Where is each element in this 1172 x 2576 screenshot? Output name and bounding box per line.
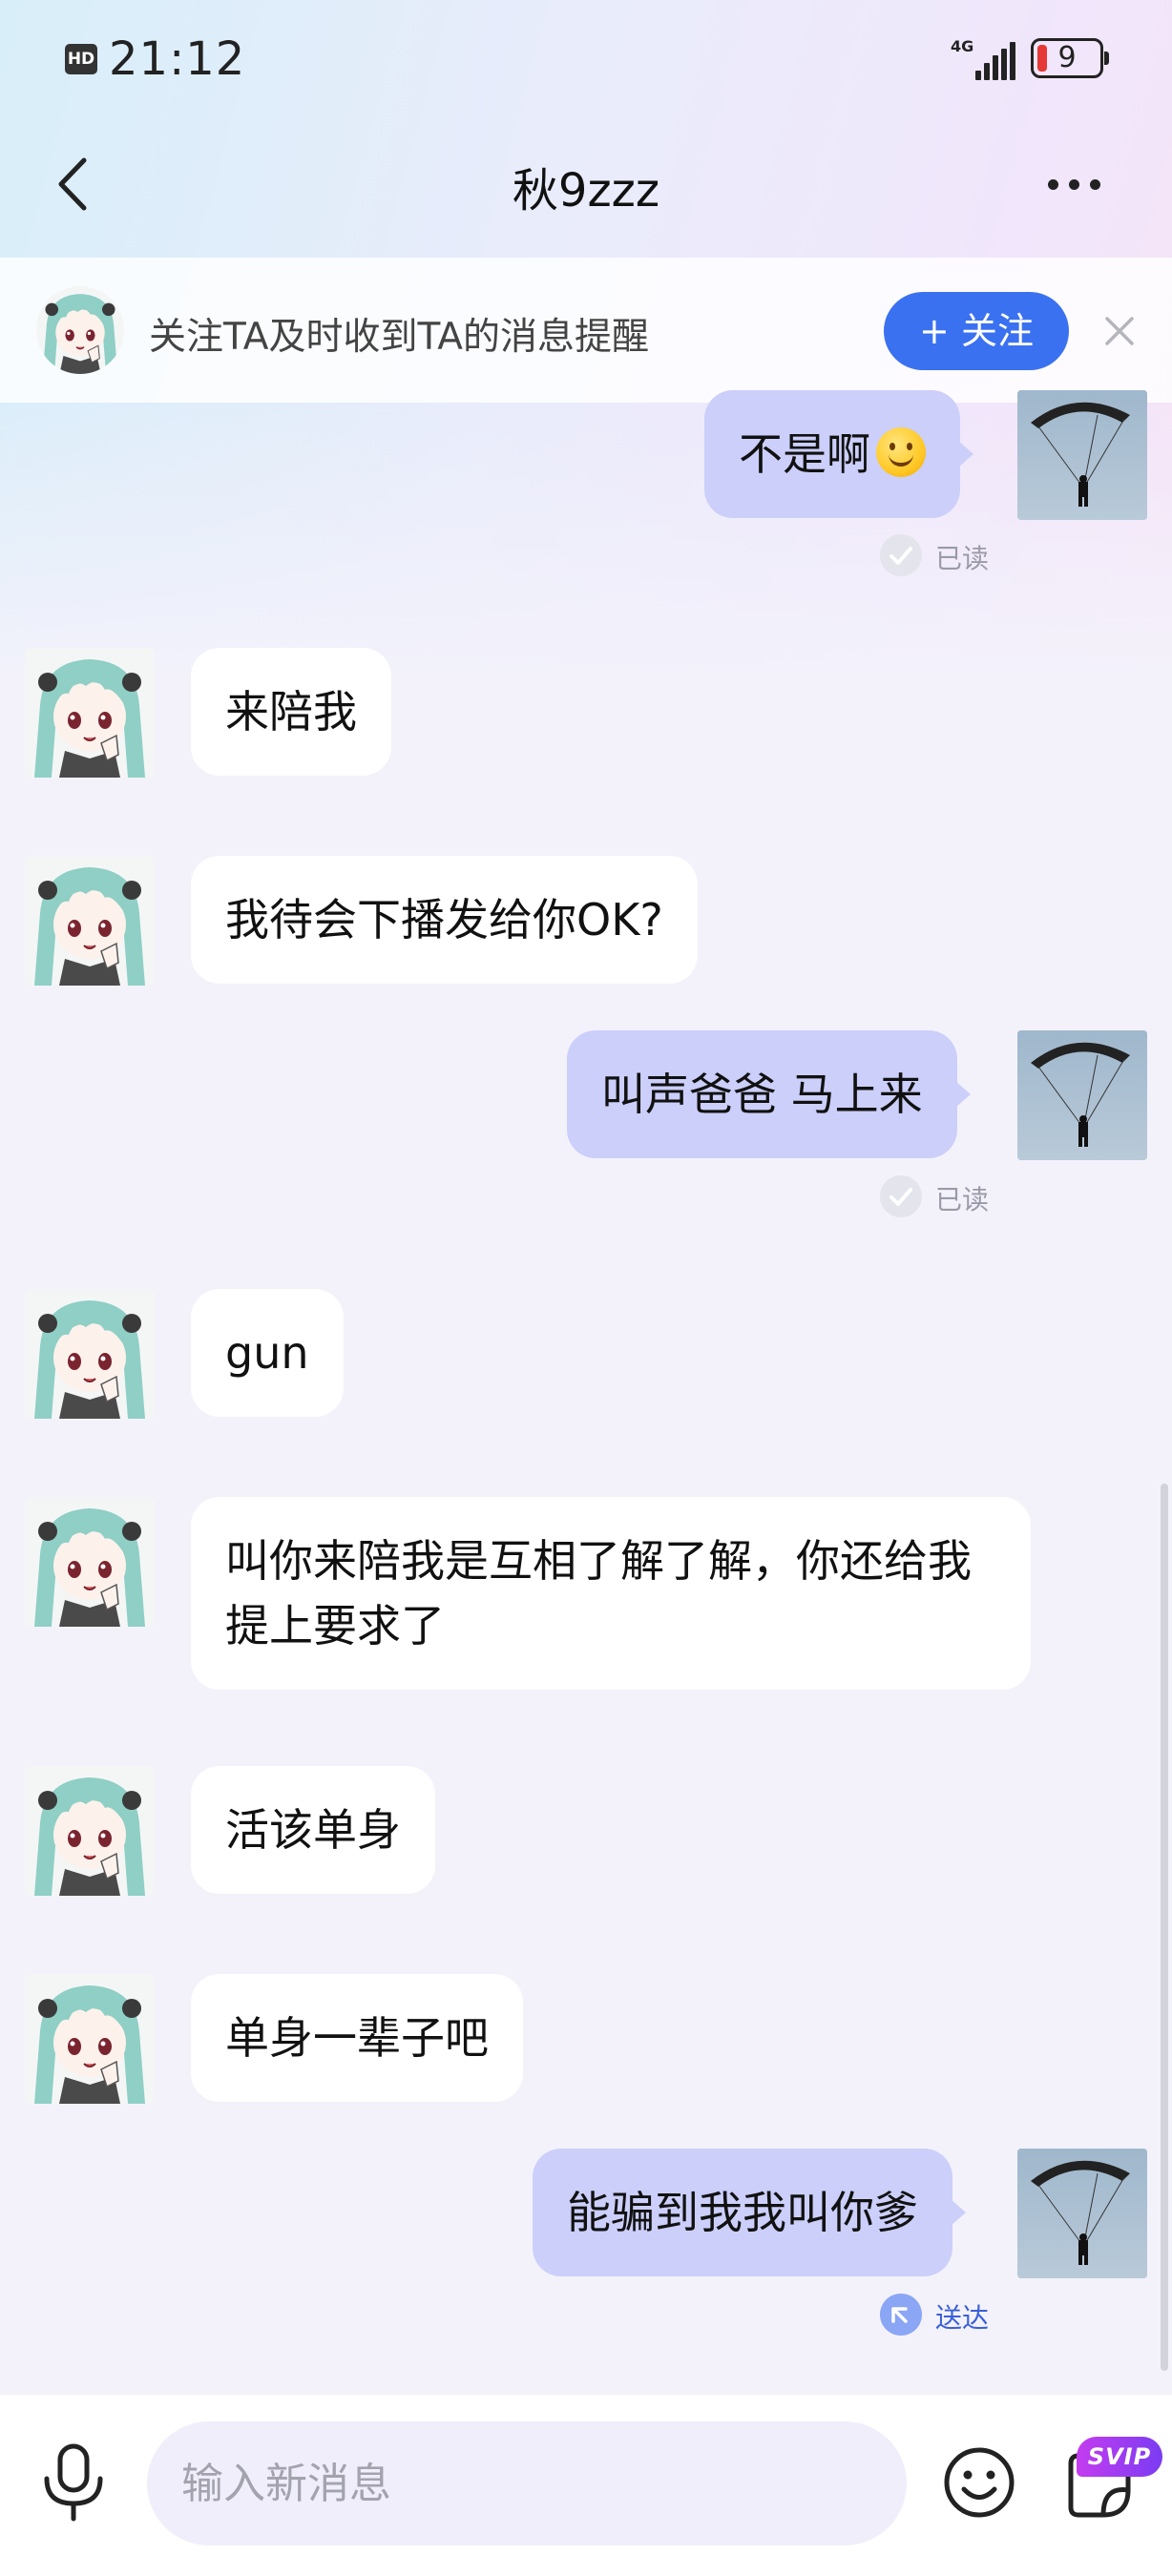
message-bubble-outgoing[interactable]: 不是啊 [704, 390, 973, 518]
battery-level: 9 [1057, 41, 1077, 74]
header-background-fade [0, 401, 1172, 687]
message-text: 能骗到我我叫你爹 [567, 2187, 918, 2238]
network-type: 4G [951, 37, 974, 55]
message-bubble-incoming[interactable]: gun [191, 1289, 344, 1417]
chat-header: 秋9zzz [0, 124, 1172, 248]
hd-badge: HD [65, 44, 97, 74]
message-bubble-incoming[interactable]: 叫你来陪我是互相了解了解，你还给我提上要求了 [191, 1497, 1031, 1690]
contact-avatar[interactable] [25, 1766, 155, 1896]
message-bubble-outgoing[interactable]: 叫声爸爸 马上来 [567, 1030, 971, 1158]
contact-avatar[interactable] [25, 1289, 155, 1419]
smiling-face-icon [876, 427, 926, 477]
message-text: 不是啊 [739, 428, 870, 480]
contact-avatar[interactable] [36, 286, 124, 374]
close-banner-button[interactable] [1096, 307, 1143, 355]
follow-button[interactable]: + 关注 [884, 292, 1069, 370]
check-icon [880, 534, 922, 576]
message-text: 来陪我 [225, 686, 357, 737]
contact-avatar[interactable] [25, 856, 155, 986]
follow-prompt-text: 关注TA及时收到TA的消息提醒 [149, 316, 649, 359]
signal-icon: 4G [951, 38, 1017, 80]
follow-banner: 关注TA及时收到TA的消息提醒 + 关注 [0, 258, 1172, 403]
message-bubble-incoming[interactable]: 我待会下播发给你OK? [191, 856, 698, 984]
message-bubble-incoming[interactable]: 单身一辈子吧 [191, 1974, 523, 2102]
sent-arrow-icon [880, 2294, 922, 2336]
message-input[interactable] [147, 2421, 907, 2545]
message-text: 叫你来陪我是互相了解了解，你还给我提上要求了 [225, 1535, 972, 1652]
message-text: 单身一辈子吧 [225, 2012, 489, 2064]
smiley-icon [944, 2447, 1015, 2518]
message-text: 叫声爸爸 马上来 [601, 1069, 923, 1120]
contact-avatar[interactable] [25, 648, 155, 778]
contact-avatar[interactable] [25, 1497, 155, 1627]
chat-title: 秋9zzz [512, 164, 660, 218]
emoji-button[interactable] [941, 2444, 1017, 2521]
message-bubble-outgoing[interactable]: 能骗到我我叫你爹 [533, 2149, 966, 2276]
message-text: 活该单身 [225, 1804, 401, 1856]
message-bubble-incoming[interactable]: 活该单身 [191, 1766, 435, 1894]
check-icon [880, 1175, 922, 1217]
battery-icon: 9 [1031, 38, 1109, 78]
message-bubble-incoming[interactable]: 来陪我 [191, 648, 391, 776]
more-options-button[interactable] [1036, 170, 1113, 198]
status-time: 21:12 [109, 32, 246, 86]
my-avatar[interactable] [1017, 390, 1147, 520]
message-text: 我待会下播发给你OK? [225, 894, 663, 945]
scrollbar[interactable] [1161, 1484, 1168, 2371]
status-bar: HD 21:12 4G 9 [0, 0, 1172, 114]
voice-input-button[interactable] [38, 2441, 109, 2523]
microphone-icon [44, 2443, 103, 2522]
close-icon [1105, 317, 1134, 345]
message-input-bar [0, 2395, 1172, 2576]
svip-badge: SVIP [1077, 2437, 1162, 2477]
my-avatar[interactable] [1017, 2149, 1147, 2278]
contact-avatar[interactable] [25, 1974, 155, 2104]
my-avatar[interactable] [1017, 1030, 1147, 1160]
message-text: gun [225, 1327, 309, 1379]
